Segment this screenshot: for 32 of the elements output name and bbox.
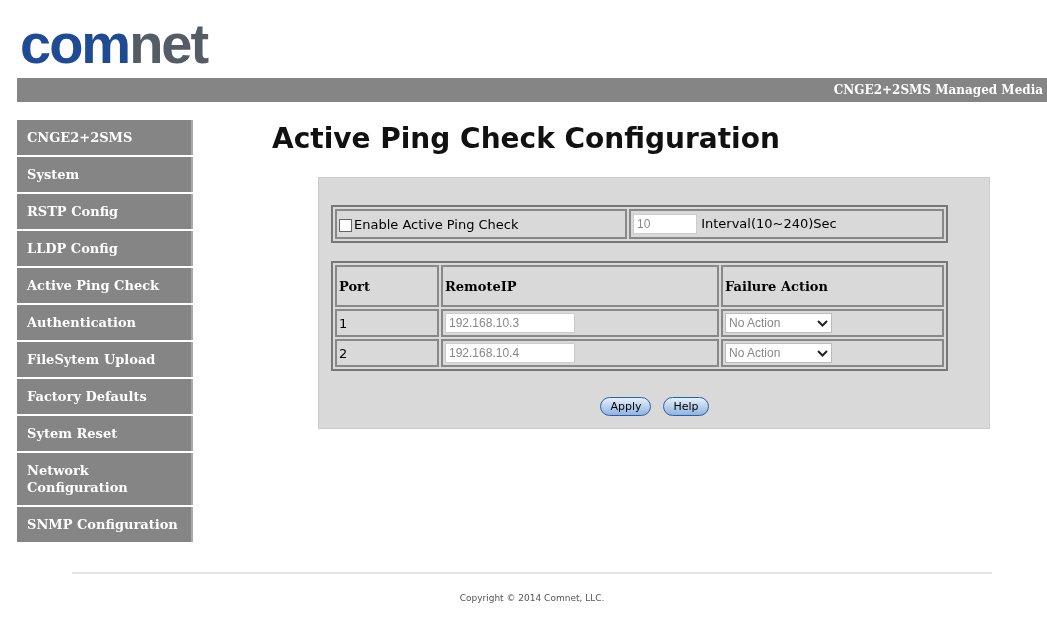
interval-label: Interval(10~240)Sec xyxy=(701,216,837,231)
interval-field[interactable]: 10 xyxy=(633,214,697,234)
column-header: Port xyxy=(335,265,439,307)
port-cell: 1 xyxy=(335,309,439,337)
copyright-text: Copyright © 2014 Comnet, LLC. xyxy=(459,593,605,603)
sidebar-item[interactable]: SNMP Configuration xyxy=(17,507,193,542)
sidebar-item[interactable]: CNGE2+2SMS xyxy=(17,120,193,155)
remote-ip-field[interactable]: 192.168.10.3 xyxy=(445,313,575,333)
port-cell: 2 xyxy=(335,339,439,367)
product-title: CNGE2+2SMS Managed Media xyxy=(833,83,1044,97)
sidebar-item[interactable]: RSTP Config xyxy=(17,194,193,229)
enable-checkbox[interactable] xyxy=(339,218,352,232)
caret-icon xyxy=(817,319,828,327)
sidebar-item[interactable]: Factory Defaults xyxy=(17,379,193,414)
action-button[interactable]: Help xyxy=(663,397,709,416)
remote-ip-field[interactable]: 192.168.10.4 xyxy=(445,343,575,363)
sidebar-item[interactable]: Authentication xyxy=(17,305,193,340)
enable-label: Enable Active Ping Check xyxy=(354,216,519,232)
sidebar-item[interactable]: System xyxy=(17,157,193,192)
column-header: RemoteIP xyxy=(441,265,719,307)
sidebar-item[interactable]: FileSytem Upload xyxy=(17,342,193,377)
logo: comnet xyxy=(20,14,208,74)
action-button[interactable]: Apply xyxy=(600,397,652,416)
caret-icon xyxy=(817,349,828,357)
failure-action-dropdown[interactable]: No Action xyxy=(725,313,832,333)
sidebar-item[interactable]: Sytem Reset xyxy=(17,416,193,451)
sidebar-item[interactable]: LLDP Config xyxy=(17,231,193,266)
column-header: Failure Action xyxy=(721,265,944,307)
sidebar-item[interactable]: Network Configuration xyxy=(17,453,193,505)
page-title: Active Ping Check Configuration xyxy=(272,122,781,155)
failure-action-dropdown[interactable]: No Action xyxy=(725,343,832,363)
sidebar-item[interactable]: Active Ping Check xyxy=(17,268,193,303)
